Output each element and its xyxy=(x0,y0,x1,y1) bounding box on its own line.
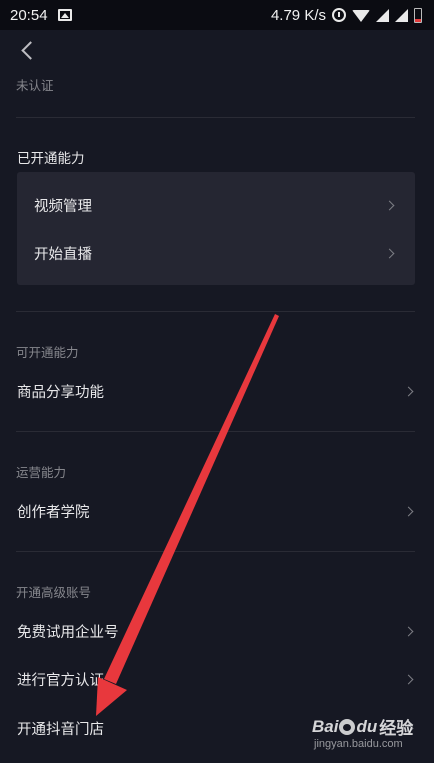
signal-icon xyxy=(395,8,408,22)
chevron-right-icon xyxy=(403,386,414,396)
status-time: 20:54 xyxy=(10,6,48,24)
row-label: 创作者学院 xyxy=(17,504,90,521)
chevron-right-icon xyxy=(403,626,414,636)
product-share-row[interactable]: 商品分享功能 xyxy=(0,369,434,413)
verification-status: 未认证 xyxy=(16,78,54,93)
row-label: 进行官方认证 xyxy=(17,672,104,689)
chevron-right-icon xyxy=(384,200,395,210)
official-verification-row[interactable]: 进行官方认证 xyxy=(0,657,434,701)
network-speed: 4.79 K/s xyxy=(270,6,326,24)
chevron-right-icon xyxy=(384,248,395,258)
row-label: 商品分享功能 xyxy=(17,384,104,401)
video-management-row[interactable]: 视频管理 xyxy=(17,181,415,229)
signal-icon xyxy=(376,8,389,22)
enabled-abilities-card: 视频管理 开始直播 xyxy=(17,172,415,285)
watermark-logo: Bai du 经验 xyxy=(312,716,414,739)
advanced-section-title: 开通高级账号 xyxy=(16,585,92,600)
battery-icon xyxy=(414,7,422,23)
row-label: 视频管理 xyxy=(34,198,92,215)
divider xyxy=(16,117,415,118)
start-live-row[interactable]: 开始直播 xyxy=(17,229,415,277)
status-bar: 20:54 4.79 K/s xyxy=(0,0,434,30)
chevron-right-icon xyxy=(403,674,414,684)
enterprise-trial-row[interactable]: 免费试用企业号 xyxy=(0,609,434,653)
row-label: 开始直播 xyxy=(34,246,92,263)
chevron-left-icon xyxy=(20,40,40,60)
wifi-icon xyxy=(352,10,370,22)
enabled-section-title: 已开通能力 xyxy=(17,151,85,167)
alarm-icon xyxy=(332,8,346,22)
operations-section-title: 运营能力 xyxy=(16,465,67,480)
row-label: 免费试用企业号 xyxy=(17,624,119,641)
divider xyxy=(16,551,415,552)
watermark-url: jingyan.baidu.com xyxy=(314,738,403,750)
chevron-right-icon xyxy=(403,506,414,516)
creator-academy-row[interactable]: 创作者学院 xyxy=(0,489,434,533)
row-label: 开通抖音门店 xyxy=(17,721,104,738)
divider xyxy=(16,431,415,432)
available-section-title: 可开通能力 xyxy=(16,345,79,360)
back-button[interactable] xyxy=(12,36,42,64)
baidu-jingyan-watermark: Bai du 经验 jingyan.baidu.com xyxy=(312,714,422,758)
image-icon xyxy=(57,9,72,21)
divider xyxy=(16,311,415,312)
paw-icon xyxy=(339,718,356,735)
